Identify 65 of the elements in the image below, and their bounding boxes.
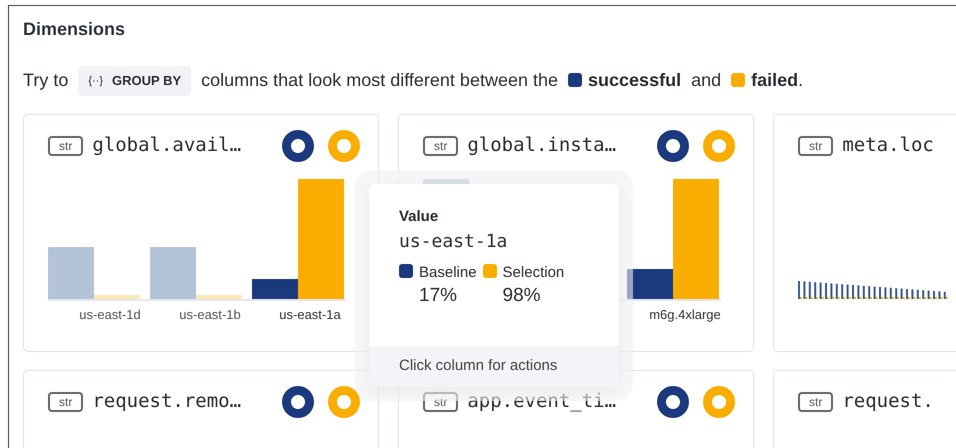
intro-text: Try to [23,69,68,92]
column-label[interactable]: us-east-1b [160,304,260,324]
baseline-bar[interactable] [820,282,822,298]
intro-text: . [798,69,804,92]
column-name: request.remo… [92,389,242,414]
tooltip-footer-text: Click column for actions [369,346,619,386]
legend-label: Baseline [419,264,477,281]
column-name: app.event_ti… [467,389,616,414]
baseline-bar[interactable] [922,290,924,298]
baseline-bar[interactable] [944,291,946,298]
baseline-bar[interactable] [841,284,844,298]
baseline-bar[interactable] [911,288,914,298]
baseline-bar[interactable] [857,284,860,298]
baseline-ring-button[interactable] [657,130,689,162]
group-by-chip[interactable]: {··} GROUP BY [78,66,192,96]
percentage-value: 17% [418,285,458,307]
type-tag: str [423,136,458,156]
intro-text: and [691,69,722,92]
tooltip-value: us-east-1a [399,230,508,254]
baseline-bar[interactable] [627,268,673,298]
column-label[interactable]: m6g.4xlarge [635,304,735,324]
baseline-bar[interactable] [928,290,930,298]
tooltip-label: Value [399,208,440,226]
baseline-bar[interactable] [814,282,816,298]
column-label[interactable]: us-east-1d [60,304,160,324]
type-tag: str [48,392,84,412]
column-name: meta.loc [842,133,934,158]
baseline-bar[interactable] [879,286,881,298]
legend-label: Selection [502,264,564,281]
section-title: Dimensions [23,18,126,40]
baseline-bar[interactable] [895,288,898,298]
baseline-bar[interactable] [868,286,870,298]
baseline-bar[interactable] [862,285,865,298]
type-tag: str [798,136,834,156]
baseline-bar[interactable] [874,286,876,298]
column-name: request. [842,389,934,414]
percentage-value: 98% [502,285,542,307]
baseline-bar[interactable] [808,281,811,298]
baseline-ring-button[interactable] [282,130,314,162]
baseline-bar[interactable] [252,278,298,298]
type-tag: str [798,392,834,412]
legend-label: failed [751,70,798,90]
baseline-bar[interactable] [933,290,935,298]
column-name: global.insta… [467,133,616,158]
column-label[interactable]: us-east-1a [260,304,360,324]
intro-text: columns that look most different between the [201,69,558,92]
legend-label: successful [588,70,682,90]
baseline-bar[interactable] [916,289,919,298]
type-tag: str [423,392,458,412]
baseline-bar[interactable] [852,284,854,298]
baseline-bar[interactable] [900,288,903,298]
column-name: global.avail… [92,133,242,158]
baseline-ring-button[interactable] [657,386,689,418]
baseline-bar[interactable] [798,280,800,298]
baseline-bar[interactable] [938,290,940,298]
baseline-bar[interactable] [803,280,806,298]
baseline-bar[interactable] [836,283,838,298]
baseline-bar[interactable] [846,284,849,298]
baseline-ring-button[interactable] [282,386,314,418]
baseline-bar[interactable] [906,288,908,298]
baseline-bar[interactable] [890,287,892,298]
baseline-bar[interactable] [884,286,886,298]
type-tag: str [48,136,84,156]
baseline-bar[interactable] [830,282,832,298]
baseline-bar[interactable] [825,282,827,298]
